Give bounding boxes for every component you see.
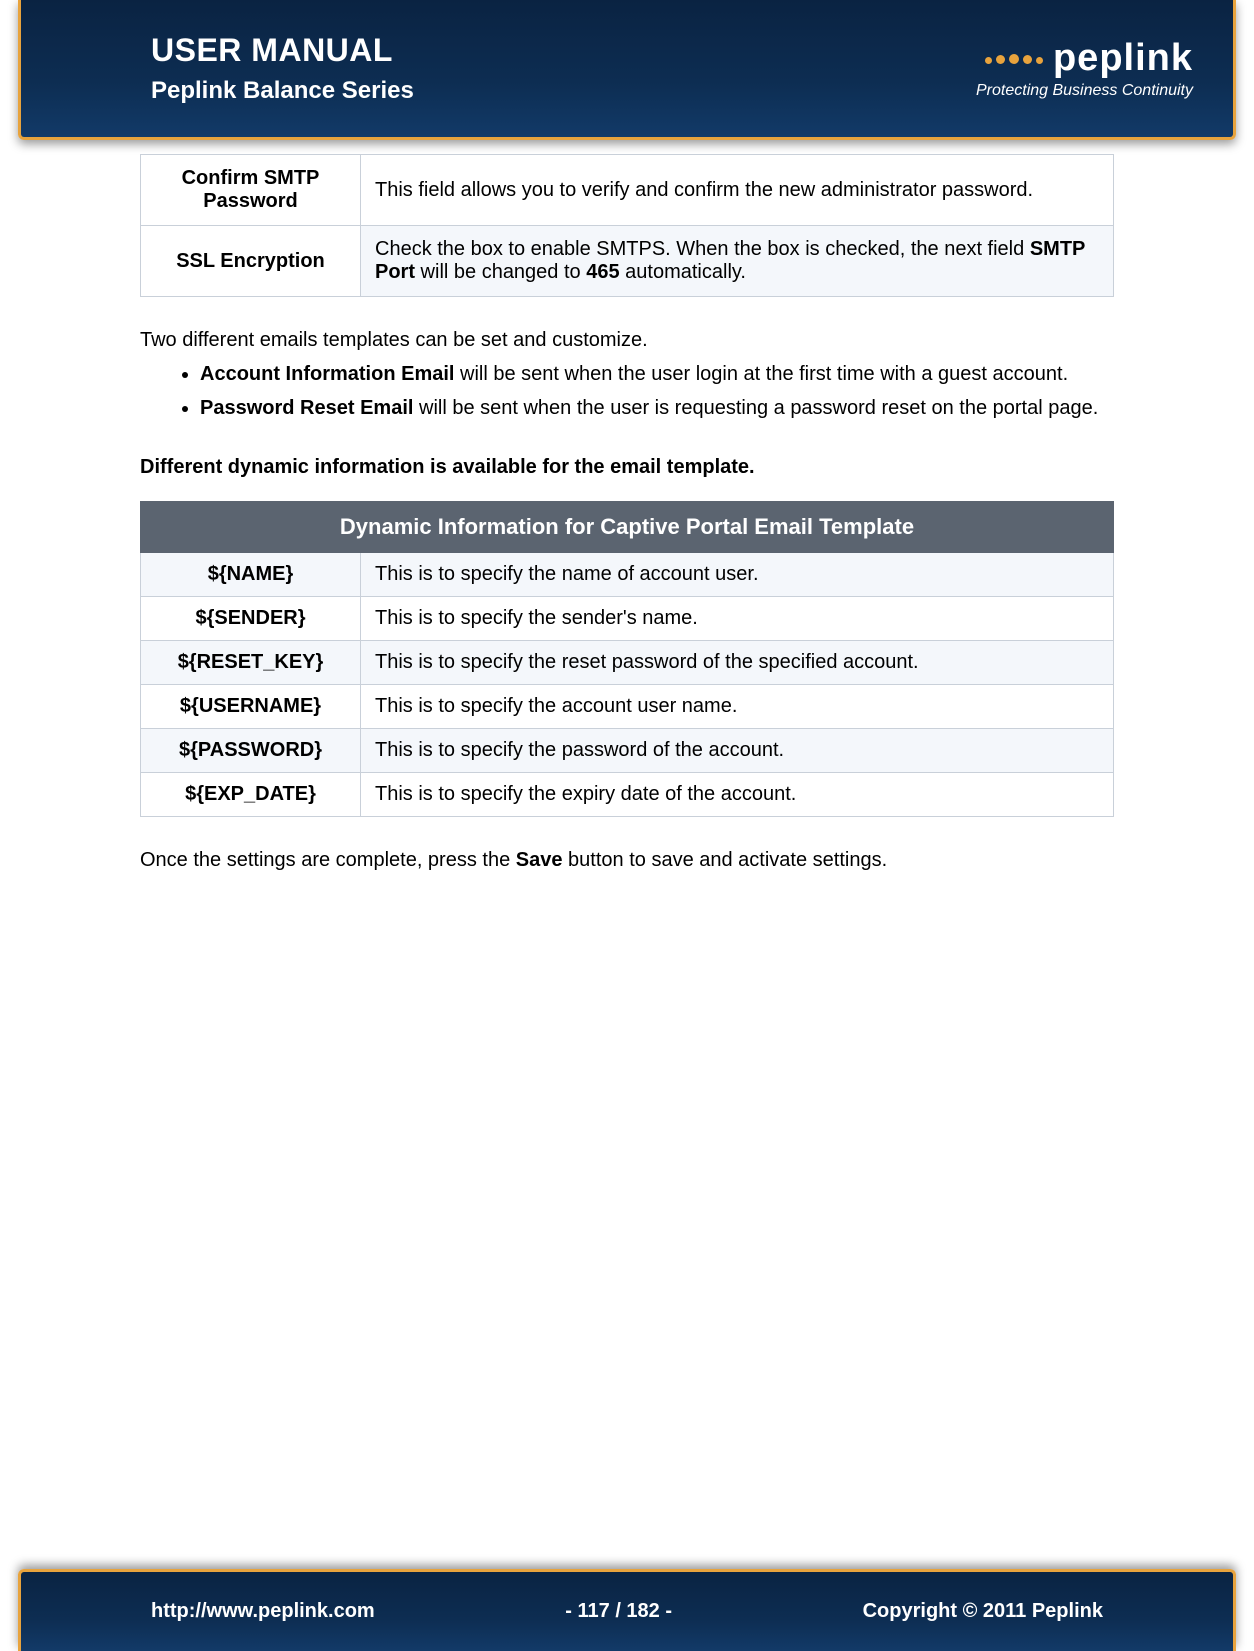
variable-name: ${EXP_DATE} xyxy=(141,773,361,817)
table-row: ${SENDER} This is to specify the sender'… xyxy=(141,597,1114,641)
variable-description: This is to specify the expiry date of th… xyxy=(361,773,1114,817)
setting-label: SSL Encryption xyxy=(141,226,361,297)
brand-logo: peplink Protecting Business Continuity xyxy=(976,37,1193,100)
header-title: USER MANUAL xyxy=(151,32,414,69)
footer-page-number: - 117 / 182 - xyxy=(565,1600,672,1623)
logo-tagline: Protecting Business Continuity xyxy=(976,82,1193,100)
table-row: ${USERNAME} This is to specify the accou… xyxy=(141,685,1114,729)
logo-text: peplink xyxy=(1053,37,1193,80)
header-text-block: USER MANUAL Peplink Balance Series xyxy=(151,32,414,105)
list-item: Account Information Email will be sent w… xyxy=(200,360,1114,388)
page-header: USER MANUAL Peplink Balance Series pepli… xyxy=(18,0,1236,140)
table-row: Confirm SMTP Password This field allows … xyxy=(141,155,1114,226)
table-row: ${NAME} This is to specify the name of a… xyxy=(141,553,1114,597)
settings-table: Confirm SMTP Password This field allows … xyxy=(140,154,1114,297)
list-item: Password Reset Email will be sent when t… xyxy=(200,394,1114,422)
table-row: ${RESET_KEY} This is to specify the rese… xyxy=(141,641,1114,685)
table-header: Dynamic Information for Captive Portal E… xyxy=(141,502,1114,553)
setting-description: This field allows you to verify and conf… xyxy=(361,155,1114,226)
variable-name: ${SENDER} xyxy=(141,597,361,641)
variable-description: This is to specify the account user name… xyxy=(361,685,1114,729)
variable-name: ${NAME} xyxy=(141,553,361,597)
table-header-row: Dynamic Information for Captive Portal E… xyxy=(141,502,1114,553)
setting-label: Confirm SMTP Password xyxy=(141,155,361,226)
variable-name: ${RESET_KEY} xyxy=(141,641,361,685)
variable-description: This is to specify the sender's name. xyxy=(361,597,1114,641)
header-subtitle: Peplink Balance Series xyxy=(151,77,414,105)
bullet-list: Account Information Email will be sent w… xyxy=(200,360,1114,422)
setting-description: Check the box to enable SMTPS. When the … xyxy=(361,226,1114,297)
footer-url: http://www.peplink.com xyxy=(151,1600,375,1623)
variable-description: This is to specify the name of account u… xyxy=(361,553,1114,597)
page-content: Confirm SMTP Password This field allows … xyxy=(0,140,1254,1569)
variable-name: ${PASSWORD} xyxy=(141,729,361,773)
closing-paragraph: Once the settings are complete, press th… xyxy=(140,847,1114,874)
dynamic-info-table: Dynamic Information for Captive Portal E… xyxy=(140,501,1114,817)
table-row: ${PASSWORD} This is to specify the passw… xyxy=(141,729,1114,773)
variable-description: This is to specify the password of the a… xyxy=(361,729,1114,773)
logo-dots-icon xyxy=(985,54,1043,64)
page-footer: http://www.peplink.com - 117 / 182 - Cop… xyxy=(18,1569,1236,1651)
variable-name: ${USERNAME} xyxy=(141,685,361,729)
section-heading: Different dynamic information is availab… xyxy=(140,456,1114,479)
footer-copyright: Copyright © 2011 Peplink xyxy=(863,1600,1103,1623)
table-row: SSL Encryption Check the box to enable S… xyxy=(141,226,1114,297)
paragraph: Two different emails templates can be se… xyxy=(140,327,1114,354)
table-row: ${EXP_DATE} This is to specify the expir… xyxy=(141,773,1114,817)
variable-description: This is to specify the reset password of… xyxy=(361,641,1114,685)
